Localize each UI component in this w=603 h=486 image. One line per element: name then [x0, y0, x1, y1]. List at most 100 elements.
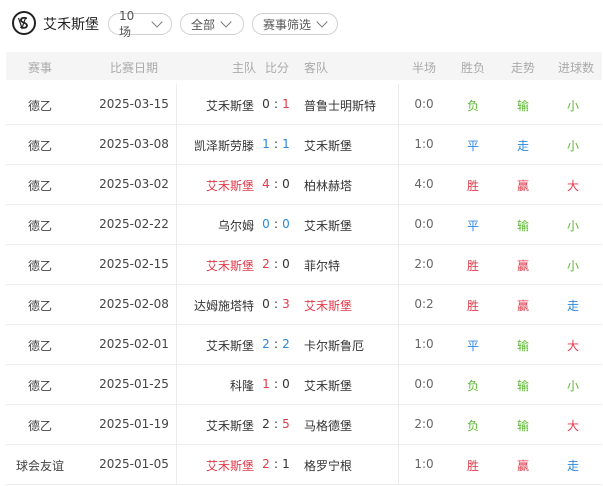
score-colon: :	[273, 417, 279, 431]
away-score-cell: 1	[282, 457, 290, 471]
away-team-cell: 艾禾斯堡	[304, 299, 353, 313]
half-score-cell: 2:0	[414, 417, 434, 431]
score-colon: :	[273, 337, 279, 351]
goals-cell: 小	[566, 139, 579, 153]
league-cell: 德乙	[27, 419, 52, 433]
home-score-cell: 2	[262, 257, 270, 271]
away-team-cell: 马格德堡	[304, 419, 353, 433]
away-score-cell: 3	[282, 297, 290, 311]
trend-cell: 赢	[516, 259, 529, 273]
goals-cell: 小	[566, 379, 579, 393]
home-team-cell: 达姆施塔特	[193, 299, 254, 313]
goals-cell: 大	[566, 179, 579, 193]
league-cell: 德乙	[27, 259, 52, 273]
league-cell: 德乙	[27, 179, 52, 193]
goals-cell: 小	[566, 219, 579, 233]
home-team-cell: 凯泽斯劳滕	[193, 139, 254, 153]
goals-cell: 大	[566, 339, 579, 353]
score-colon: :	[273, 217, 279, 231]
trend-cell: 输	[516, 99, 529, 113]
home-team-cell: 艾禾斯堡	[205, 179, 254, 193]
home-team-cell: 艾禾斯堡	[205, 99, 254, 113]
half-score-cell: 0:2	[414, 297, 434, 311]
trend-cell: 赢	[516, 179, 529, 193]
match-count-dropdown[interactable]: 10场	[108, 9, 172, 39]
table-row[interactable]: 德乙 2025-03-15 艾禾斯堡 0:1 普鲁士明斯特 0:0 负输小	[6, 84, 602, 125]
table-row[interactable]: 球会友谊 2025-01-05 艾禾斯堡 2:1 格罗宁根 1:0 胜赢走	[6, 444, 602, 485]
trend-cell: 输	[516, 419, 529, 433]
table-header: 赛事 比赛日期 主队 比分 客队 半场 胜负 走势 进球数	[6, 52, 602, 80]
table-row[interactable]: 德乙 2025-01-25 科隆 1:0 艾禾斯堡 0:0 负输小	[6, 364, 602, 405]
col-half: 半场	[411, 61, 436, 75]
col-score: 比分	[264, 61, 289, 75]
league-cell: 德乙	[27, 219, 52, 233]
home-team-cell: 艾禾斯堡	[205, 259, 254, 273]
col-result: 胜负	[460, 61, 485, 75]
score-colon: :	[273, 137, 279, 151]
home-score-cell: 0	[262, 297, 270, 311]
competition-filter-label: 赛事筛选	[263, 17, 312, 32]
away-team-cell: 菲尔特	[304, 259, 341, 273]
away-score-cell: 0	[282, 217, 290, 231]
result-cell: 胜	[466, 299, 479, 313]
chevron-down-icon	[151, 16, 163, 28]
venue-dropdown[interactable]: 全部	[180, 13, 244, 35]
col-away: 客队	[304, 61, 329, 75]
away-score-cell: 1	[282, 97, 290, 111]
chevron-down-icon	[220, 16, 232, 28]
venue-label: 全部	[191, 17, 216, 32]
league-cell: 德乙	[27, 299, 52, 313]
away-team-cell: 普鲁士明斯特	[304, 99, 377, 113]
score-colon: :	[273, 377, 279, 391]
score-colon: :	[273, 457, 279, 471]
away-team-cell: 卡尔斯鲁厄	[304, 339, 365, 353]
home-score-cell: 1	[262, 137, 270, 151]
away-team-cell: 艾禾斯堡	[304, 139, 353, 153]
goals-cell: 小	[566, 99, 579, 113]
result-cell: 负	[466, 419, 479, 433]
chevron-down-icon	[316, 16, 328, 28]
score-colon: :	[273, 257, 279, 271]
result-cell: 胜	[466, 259, 479, 273]
league-cell: 球会友谊	[15, 459, 64, 473]
away-score-cell: 5	[282, 417, 290, 431]
table-row[interactable]: 德乙 2025-02-01 艾禾斯堡 2:2 卡尔斯鲁厄 1:0 平输大	[6, 324, 602, 365]
half-score-cell: 1:0	[414, 137, 434, 151]
team-header: 艾禾斯堡 10场 全部 赛事筛选	[0, 0, 603, 48]
goals-cell: 小	[566, 259, 579, 273]
goals-cell: 大	[566, 419, 579, 433]
home-team-cell: 乌尔姆	[217, 219, 254, 233]
home-team-cell: 科隆	[229, 379, 254, 393]
half-score-cell: 4:0	[414, 177, 434, 191]
home-score-cell: 4	[262, 177, 270, 191]
table-row[interactable]: 德乙 2025-02-08 达姆施塔特 0:3 艾禾斯堡 0:2 胜赢走	[6, 284, 602, 325]
half-score-cell: 2:0	[414, 257, 434, 271]
result-cell: 平	[466, 339, 479, 353]
table-row[interactable]: 德乙 2025-02-22 乌尔姆 0:0 艾禾斯堡 0:0 平输小	[6, 204, 602, 245]
competition-filter-dropdown[interactable]: 赛事筛选	[252, 13, 338, 35]
home-team-cell: 艾禾斯堡	[205, 419, 254, 433]
table-row[interactable]: 德乙 2025-01-19 艾禾斯堡 2:5 马格德堡 2:0 负输大	[6, 404, 602, 445]
home-score-cell: 2	[262, 457, 270, 471]
half-score-cell: 1:0	[414, 457, 434, 471]
result-cell: 胜	[466, 459, 479, 473]
col-date: 比赛日期	[109, 61, 158, 75]
league-cell: 德乙	[27, 99, 52, 113]
away-score-cell: 0	[282, 177, 290, 191]
league-cell: 德乙	[27, 379, 52, 393]
home-score-cell: 0	[262, 217, 270, 231]
table-row[interactable]: 德乙 2025-03-02 艾禾斯堡 4:0 柏林赫塔 4:0 胜赢大	[6, 164, 602, 205]
half-score-cell: 0:0	[414, 377, 434, 391]
result-cell: 负	[466, 99, 479, 113]
trend-cell: 输	[516, 379, 529, 393]
home-score-cell: 1	[262, 377, 270, 391]
away-score-cell: 0	[282, 257, 290, 271]
away-team-cell: 艾禾斯堡	[304, 379, 353, 393]
result-cell: 胜	[466, 179, 479, 193]
match-count-label: 10场	[119, 8, 135, 39]
team-name: 艾禾斯堡	[43, 17, 99, 33]
table-row[interactable]: 德乙 2025-03-08 凯泽斯劳滕 1:1 艾禾斯堡 1:0 平走小	[6, 124, 602, 165]
col-home: 主队	[231, 61, 256, 75]
goals-cell: 走	[566, 459, 579, 473]
table-row[interactable]: 德乙 2025-02-15 艾禾斯堡 2:0 菲尔特 2:0 胜赢小	[6, 244, 602, 285]
